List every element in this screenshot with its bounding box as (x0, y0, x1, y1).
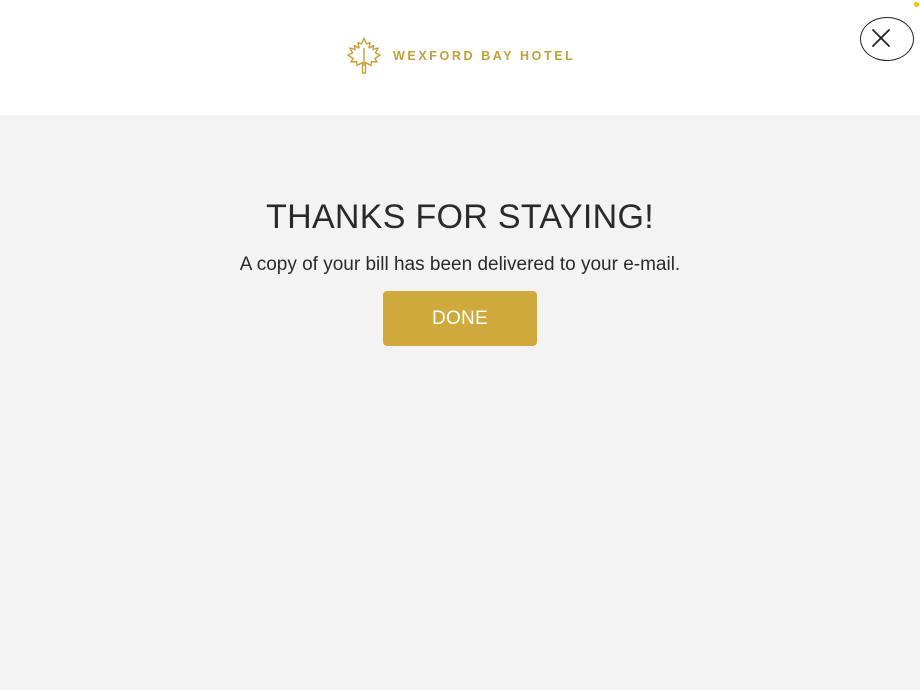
done-button[interactable]: DONE (383, 291, 537, 346)
confirmation-message: A copy of your bill has been delivered t… (239, 254, 681, 275)
header-bar: WEXFORD BAY HOTEL (0, 0, 920, 115)
maple-leaf-icon (347, 37, 381, 74)
hotel-name: WEXFORD BAY HOTEL (393, 49, 576, 63)
close-icon (872, 29, 890, 47)
page-title: THANKS FOR STAYING! (266, 198, 654, 236)
status-indicator (914, 2, 919, 7)
hotel-logo: WEXFORD BAY HOTEL (344, 36, 575, 76)
checkout-complete-screen: WEXFORD BAY HOTEL THANKS FOR STAYING! A … (0, 0, 920, 690)
close-button[interactable] (860, 17, 914, 61)
